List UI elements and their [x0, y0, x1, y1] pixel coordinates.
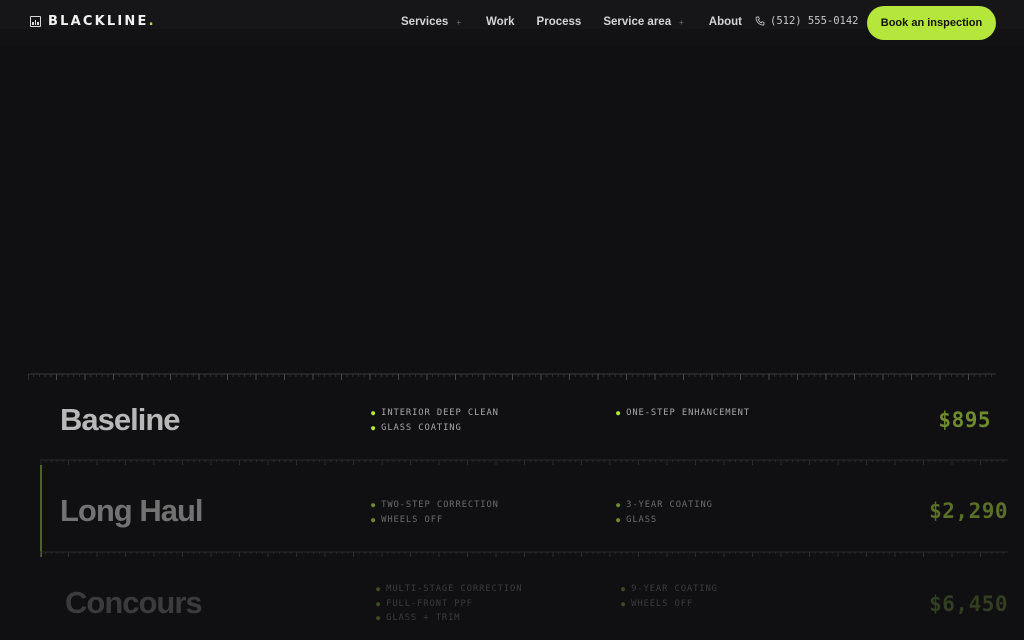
nav-service-area[interactable]: Service area + — [603, 16, 683, 28]
nav-process-label: Process — [536, 16, 582, 28]
package-row-long-haul[interactable]: Long Haul ● TWO-STEP CORRECTION ● WHEELS O… — [40, 465, 1008, 557]
feature-item: ● GLASS — [616, 514, 658, 525]
package-features-col1: ● MULTI-STAGE CORRECTION ● FULL-FRONT PPF … — [376, 582, 522, 626]
package-name: Baseline — [60, 402, 181, 437]
bullet-icon: ● — [371, 501, 377, 509]
active-indicator — [40, 465, 42, 557]
nav-process[interactable]: Process — [537, 16, 582, 28]
brand-logo[interactable]: BLACKLINE. — [30, 14, 156, 29]
package-features-col2: ● ONE-STEP ENHANCEMENT — [616, 406, 750, 421]
feature-item: ● INTERIOR DEEP CLEAN — [371, 408, 499, 418]
package-price: $2,290 — [929, 499, 1008, 523]
package-name: Long Haul — [60, 493, 204, 528]
bullet-icon: ● — [616, 409, 622, 417]
package-price: $6,450 — [929, 592, 1008, 616]
site-header: BLACKLINE. Services + Work Process Servi… — [0, 0, 1024, 46]
nav-work[interactable]: Work — [486, 16, 515, 28]
package-row-concours[interactable]: Concours ● MULTI-STAGE CORRECTION ● FULL-F… — [40, 558, 1008, 640]
feature-item: ● TWO-STEP CORRECTION — [371, 500, 499, 510]
feature-item: ● GLASS COATING — [371, 422, 462, 433]
nav-about[interactable]: About — [709, 16, 742, 28]
ruler-scale — [28, 372, 996, 382]
feature-item: ● MULTI-STAGE CORRECTION — [376, 584, 523, 594]
nav-work-label: Work — [486, 16, 515, 28]
brand-name: BLACKLINE. — [48, 14, 156, 29]
bullet-icon: ● — [616, 515, 622, 524]
plus-icon: + — [456, 17, 461, 27]
package-features-col1: ● INTERIOR DEEP CLEAN ● GLASS COATING — [371, 406, 499, 435]
package-name: Concours — [65, 585, 203, 620]
main-nav: Services + Work Process Service area + A… — [401, 16, 742, 28]
bullet-icon: ● — [621, 599, 627, 608]
package-features-col2: ● 9-YEAR COATING ● WHEELS OFF — [621, 582, 718, 611]
feature-item: ● WHEELS OFF — [621, 598, 694, 609]
phone-link[interactable]: (512) 555-0142 — [755, 15, 859, 27]
bullet-icon: ● — [371, 423, 377, 432]
bullet-icon: ● — [376, 599, 382, 608]
nav-service-area-label: Service area — [603, 16, 672, 28]
phone-number: (512) 555-0142 — [770, 15, 859, 27]
bullet-icon: ● — [371, 515, 377, 524]
feature-item: ● WHEELS OFF — [371, 514, 444, 525]
package-price: $895 — [938, 408, 991, 432]
plus-icon: + — [679, 17, 684, 27]
phone-icon — [755, 16, 765, 26]
feature-item: ● 3-YEAR COATING — [616, 500, 713, 510]
nav-about-label: About — [708, 16, 742, 28]
bullet-icon: ● — [616, 501, 622, 509]
bullet-icon: ● — [621, 585, 627, 593]
bar-chart-icon — [30, 16, 41, 27]
nav-services-label: Services — [401, 16, 449, 28]
bullet-icon: ● — [376, 614, 382, 622]
package-features-col2: ● 3-YEAR COATING ● GLASS — [616, 498, 713, 527]
feature-item: ● GLASS + TRIM — [376, 613, 461, 623]
book-inspection-button[interactable]: Book an inspection — [867, 6, 996, 40]
feature-item: ● 9-YEAR COATING — [621, 584, 718, 594]
bullet-icon: ● — [376, 585, 382, 593]
feature-item: ● ONE-STEP ENHANCEMENT — [616, 408, 751, 418]
package-features-col1: ● TWO-STEP CORRECTION ● WHEELS OFF — [371, 498, 499, 527]
bullet-icon: ● — [371, 409, 377, 417]
feature-item: ● FULL-FRONT PPF — [376, 598, 473, 609]
nav-services[interactable]: Services + — [401, 16, 461, 28]
